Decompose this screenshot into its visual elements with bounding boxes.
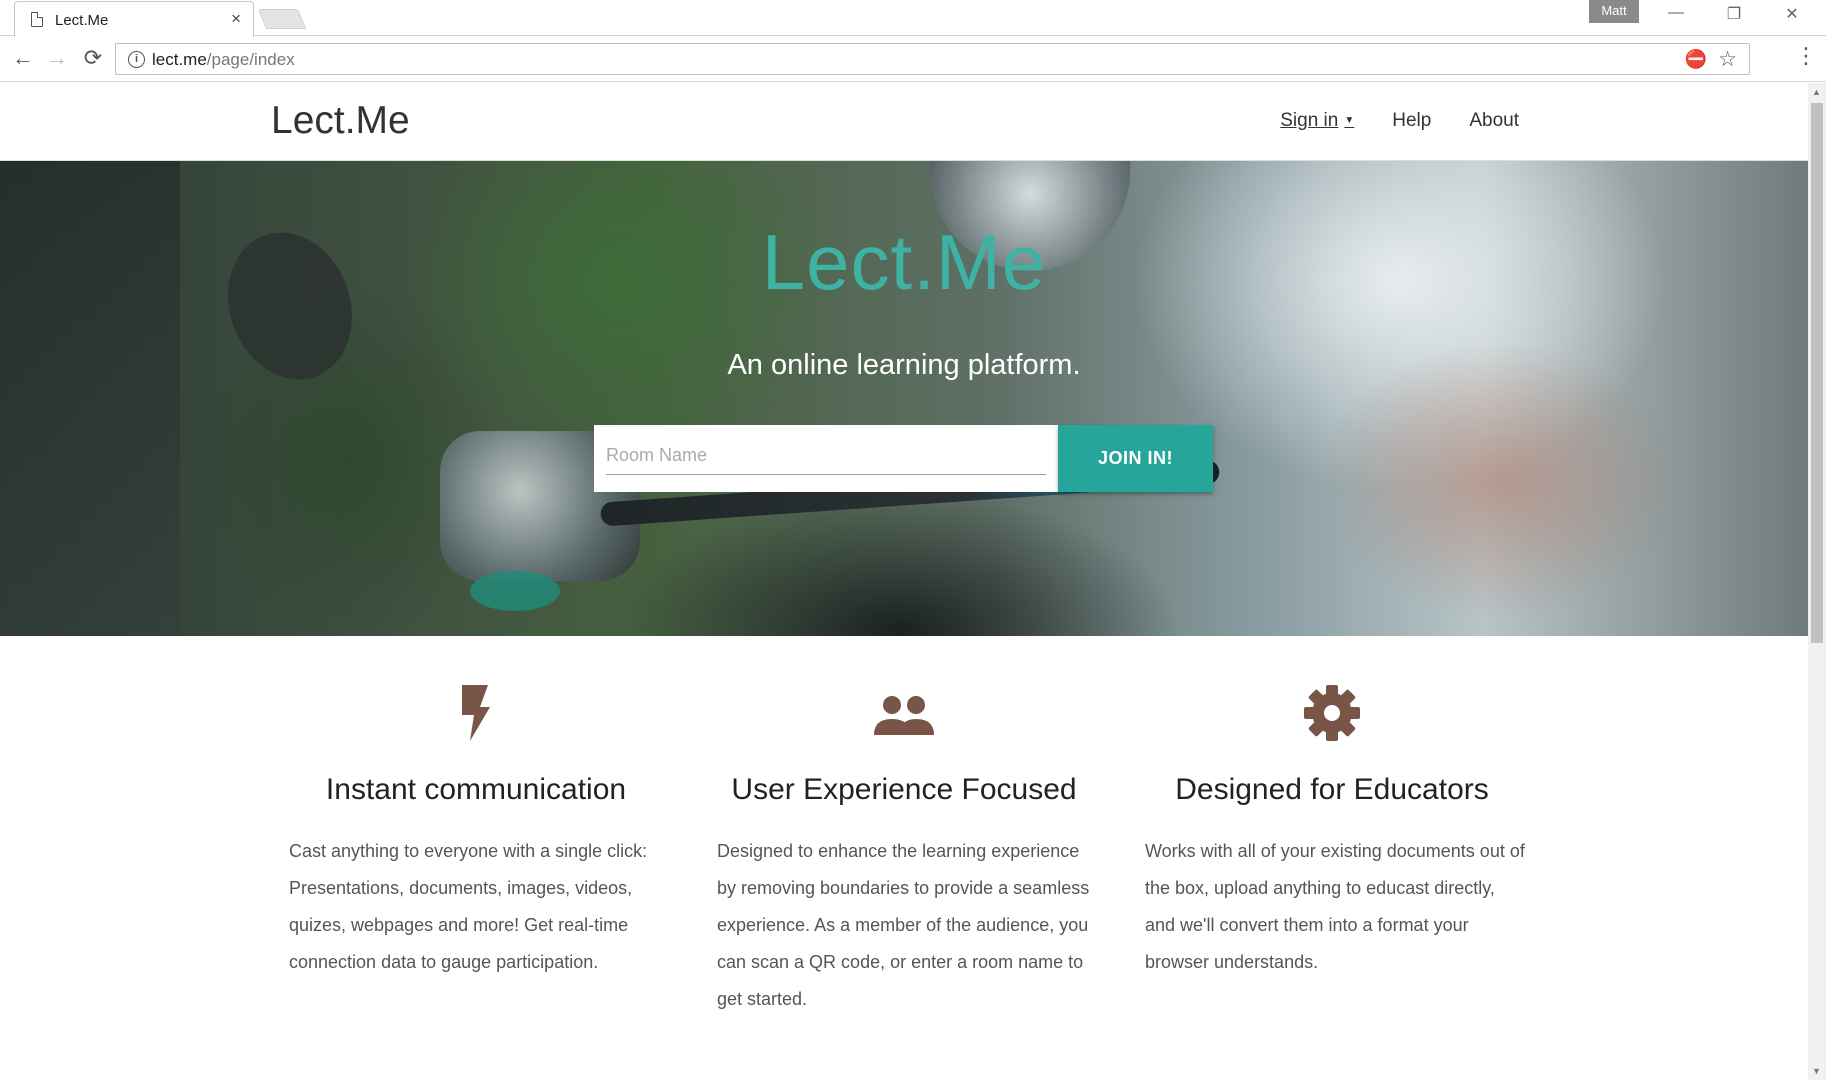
site-info-icon[interactable]: i xyxy=(128,51,145,68)
caret-down-icon: ▼ xyxy=(1344,115,1355,127)
extension-icon[interactable]: ⛔ xyxy=(1685,49,1707,70)
feature-title: Designed for Educators xyxy=(1175,773,1489,806)
window-close-icon[interactable]: ✕ xyxy=(1772,4,1812,24)
profile-button[interactable]: Matt xyxy=(1589,0,1639,23)
address-bar[interactable]: i lect.me/page/index ⛔ ☆ xyxy=(115,43,1750,75)
sign-in-label: Sign in xyxy=(1280,110,1339,131)
feature-title: User Experience Focused xyxy=(731,773,1077,806)
browser-tab[interactable]: Lect.Me × xyxy=(14,1,254,37)
join-in-button[interactable]: JOIN IN! xyxy=(1058,425,1213,492)
nav-about[interactable]: About xyxy=(1469,110,1519,132)
bookmark-star-icon[interactable]: ☆ xyxy=(1718,47,1737,72)
feature-text: Designed to enhance the learning experie… xyxy=(717,841,1090,1009)
page-scrollbar[interactable]: ▲ ▼ xyxy=(1808,83,1826,1080)
tab-close-icon[interactable]: × xyxy=(231,9,241,29)
url-text[interactable]: lect.me/page/index xyxy=(152,50,295,70)
hero-subtitle: An online learning platform. xyxy=(727,349,1081,381)
browser-toolbar: ← → ⟳ i lect.me/page/index ⛔ ☆ ⋮ xyxy=(0,37,1826,82)
brand-logo[interactable]: Lect.Me xyxy=(271,99,410,143)
browser-menu-icon[interactable]: ⋮ xyxy=(1795,43,1817,69)
reload-icon[interactable]: ⟳ xyxy=(78,45,108,71)
feature-text: Works with all of your existing document… xyxy=(1145,841,1525,972)
hero-banner: Lect.Me An online learning platform. JOI… xyxy=(0,161,1808,636)
hero-title: Lect.Me xyxy=(761,218,1047,306)
feature-title: Instant communication xyxy=(325,773,627,806)
people-icon xyxy=(699,683,1109,748)
room-input-container xyxy=(594,425,1058,492)
nav-help[interactable]: Help xyxy=(1392,110,1431,132)
features-section: Instant communication Cast anything to e… xyxy=(271,683,1537,1080)
hero-teal-accent xyxy=(470,571,560,611)
nav-sign-in[interactable]: Sign in ▼ xyxy=(1280,110,1354,132)
gear-icon xyxy=(1127,683,1537,748)
lightning-bolt-icon xyxy=(271,683,681,748)
restore-icon[interactable]: ❐ xyxy=(1714,4,1754,24)
url-path: /page/index xyxy=(206,50,295,69)
page-icon xyxy=(31,12,43,27)
feature-text: Cast anything to everyone with a single … xyxy=(289,841,648,972)
new-tab-button[interactable] xyxy=(257,9,307,29)
url-host: lect.me xyxy=(152,50,207,69)
room-name-input[interactable] xyxy=(606,437,1046,475)
site-navbar: Lect.Me Sign in ▼ Help About xyxy=(0,83,1808,161)
page-viewport: Lect.Me Sign in ▼ Help About Lect.Me An o… xyxy=(0,83,1808,1080)
scrollbar-thumb[interactable] xyxy=(1811,103,1823,643)
minimize-icon[interactable]: — xyxy=(1656,4,1696,22)
browser-tab-bar: Lect.Me × Matt — ❐ ✕ xyxy=(0,0,1826,37)
nav-links: Sign in ▼ Help About xyxy=(1280,110,1519,132)
scroll-down-arrow-icon[interactable]: ▼ xyxy=(1812,1066,1821,1076)
tab-title: Lect.Me xyxy=(55,12,109,29)
scroll-up-arrow-icon[interactable]: ▲ xyxy=(1812,87,1821,97)
forward-icon[interactable]: → xyxy=(42,45,72,71)
back-icon[interactable]: ← xyxy=(8,45,38,71)
